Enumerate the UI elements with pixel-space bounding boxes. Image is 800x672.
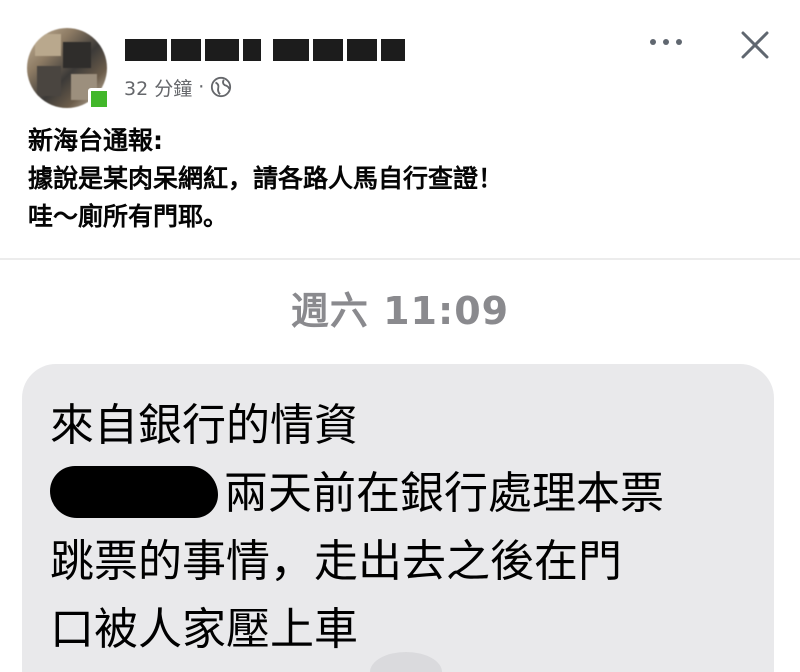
post-text: 新海台通報: 據說是某肉呆網紅，請各路人馬自行查證！ 哇～廁所有門耶。 <box>28 122 788 236</box>
message-bubble: 來自銀行的情資 兩天前在銀行處理本票 跳票的事情，走出去之後在門 口被人家壓上車 <box>22 364 774 672</box>
message-line: 跳票的事情，走出去之後在門 <box>50 536 622 587</box>
message-line: 兩天前在銀行處理本票 <box>50 460 760 528</box>
chat-timestamp: 週六 11:09 <box>290 289 510 333</box>
post-text-line: 據說是某肉呆網紅，請各路人馬自行查證！ <box>28 164 504 193</box>
close-icon[interactable] <box>736 26 774 64</box>
globe-icon[interactable] <box>210 76 232 98</box>
message-line-text: 兩天前在銀行處理本票 <box>224 468 664 519</box>
post-meta: 32 分鐘 · <box>124 74 232 100</box>
meta-separator: · <box>198 76 205 98</box>
online-status-badge <box>88 88 110 110</box>
post-header: 32 分鐘 · <box>0 0 800 120</box>
shared-screenshot-image[interactable]: 週六 11:09 來自銀行的情資 兩天前在銀行處理本票 跳票的事情，走出去之後在… <box>0 260 800 672</box>
post-text-line: 哇～廁所有門耶。 <box>28 202 229 231</box>
post-text-line: 新海台通報: <box>28 126 163 155</box>
redaction-mark <box>50 466 218 518</box>
more-icon[interactable] <box>648 32 684 52</box>
message-text: 來自銀行的情資 兩天前在銀行處理本票 跳票的事情，走出去之後在門 口被人家壓上車 <box>50 392 760 664</box>
post-time[interactable]: 32 分鐘 <box>124 74 192 101</box>
message-line: 來自銀行的情資 <box>50 400 358 451</box>
author-name-redacted[interactable] <box>125 36 405 64</box>
